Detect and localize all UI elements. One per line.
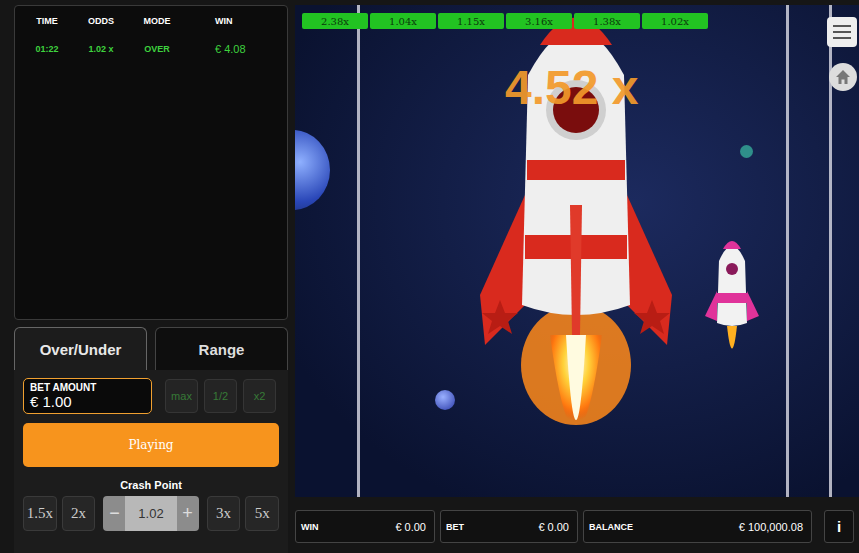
multiplier-badge: 1.02x — [642, 13, 708, 29]
crash-point-label: Crash Point — [23, 479, 279, 491]
mode-tab[interactable]: Range — [155, 327, 288, 370]
quick-bet-button: x2 — [243, 379, 276, 413]
column-header: MODE — [129, 16, 185, 26]
small-rocket-icon — [705, 231, 759, 375]
history-cell: € 4.08 — [185, 43, 281, 55]
right-column: 2.38x1.04x1.15x3.16x1.38x1.02x 4.52 x WIN €… — [295, 5, 859, 553]
column-header: WIN — [185, 16, 281, 26]
home-icon[interactable] — [829, 63, 857, 91]
bet-panel: BET AMOUNT€ 1.00 max1/2x2 Playing Crash Poi… — [14, 370, 288, 553]
bet-amount-label: BET AMOUNT — [30, 382, 145, 393]
history-row: 01:221.02 xOVER€ 4.08 — [21, 42, 281, 56]
history-cell: 01:22 — [21, 44, 73, 54]
bet-history: TIMEODDSMODEWIN 01:221.02 xOVER€ 4.08 — [14, 5, 288, 320]
status-bar: WIN € 0.00 BET € 0.00 BALANCE € 100,000.08 i — [295, 510, 859, 543]
crash-point-value[interactable]: 1.02 — [125, 496, 176, 531]
light-beam — [786, 5, 789, 497]
decrement-button[interactable]: − — [103, 496, 125, 531]
field-label: BET — [446, 522, 464, 532]
left-column: TIMEODDSMODEWIN 01:221.02 xOVER€ 4.08 Over… — [14, 5, 288, 553]
planet — [295, 130, 330, 210]
history-cell: 1.02 x — [73, 44, 129, 54]
info-button[interactable]: i — [824, 510, 854, 543]
increment-button[interactable]: + — [177, 496, 199, 531]
bet-amount-field[interactable]: BET AMOUNT€ 1.00 — [23, 378, 152, 414]
field-label: WIN — [301, 522, 319, 532]
multiplier-badge: 2.38x — [302, 13, 368, 29]
crash-preset-button[interactable]: 2x — [62, 496, 96, 531]
mode-tab[interactable]: Over/Under — [14, 327, 147, 370]
multiplier-badge: 3.16x — [506, 13, 572, 29]
field-value: € 0.00 — [395, 521, 426, 533]
multiplier-badge: 1.15x — [438, 13, 504, 29]
bet-row: BET AMOUNT€ 1.00 max1/2x2 — [23, 378, 279, 414]
column-header: TIME — [21, 16, 73, 26]
crash-preset-button[interactable]: 1.5x — [23, 496, 57, 531]
game-canvas: 2.38x1.04x1.15x3.16x1.38x1.02x 4.52 x — [295, 5, 859, 497]
history-cell: OVER — [129, 44, 185, 54]
field-value: € 100,000.08 — [739, 521, 803, 533]
field-label: BALANCE — [589, 522, 633, 532]
history-header: TIMEODDSMODEWIN — [21, 14, 281, 28]
planet — [740, 145, 753, 158]
multiplier-badge: 1.04x — [370, 13, 436, 29]
quick-bet-button: max — [165, 379, 198, 413]
mode-tabs: Over/UnderRange — [14, 327, 288, 370]
field-value: € 0.00 — [538, 521, 569, 533]
light-beam — [357, 5, 360, 497]
current-multiplier: 4.52 x — [505, 60, 638, 115]
crash-preset-button[interactable]: 3x — [207, 496, 241, 531]
balance-display: BALANCE € 100,000.08 — [583, 510, 812, 543]
bet-controls: Over/UnderRangeBET AMOUNT€ 1.00max1/2x2P… — [14, 327, 288, 553]
crash-point-stepper: −1.02+ — [103, 496, 198, 531]
multiplier-badge: 1.38x — [574, 13, 640, 29]
crash-preset-button[interactable]: 5x — [245, 496, 279, 531]
quick-bet-button: 1/2 — [204, 379, 237, 413]
crash-point-row: 1.5x2x−1.02+3x5x — [23, 496, 279, 531]
play-button[interactable]: Playing — [23, 423, 279, 467]
planet — [435, 390, 455, 410]
column-header: ODDS — [73, 16, 129, 26]
menu-icon[interactable] — [827, 17, 857, 47]
bet-amount-value[interactable]: € 1.00 — [30, 393, 145, 410]
win-display: WIN € 0.00 — [295, 510, 435, 543]
bet-display: BET € 0.00 — [440, 510, 578, 543]
recent-multipliers: 2.38x1.04x1.15x3.16x1.38x1.02x — [302, 13, 708, 29]
